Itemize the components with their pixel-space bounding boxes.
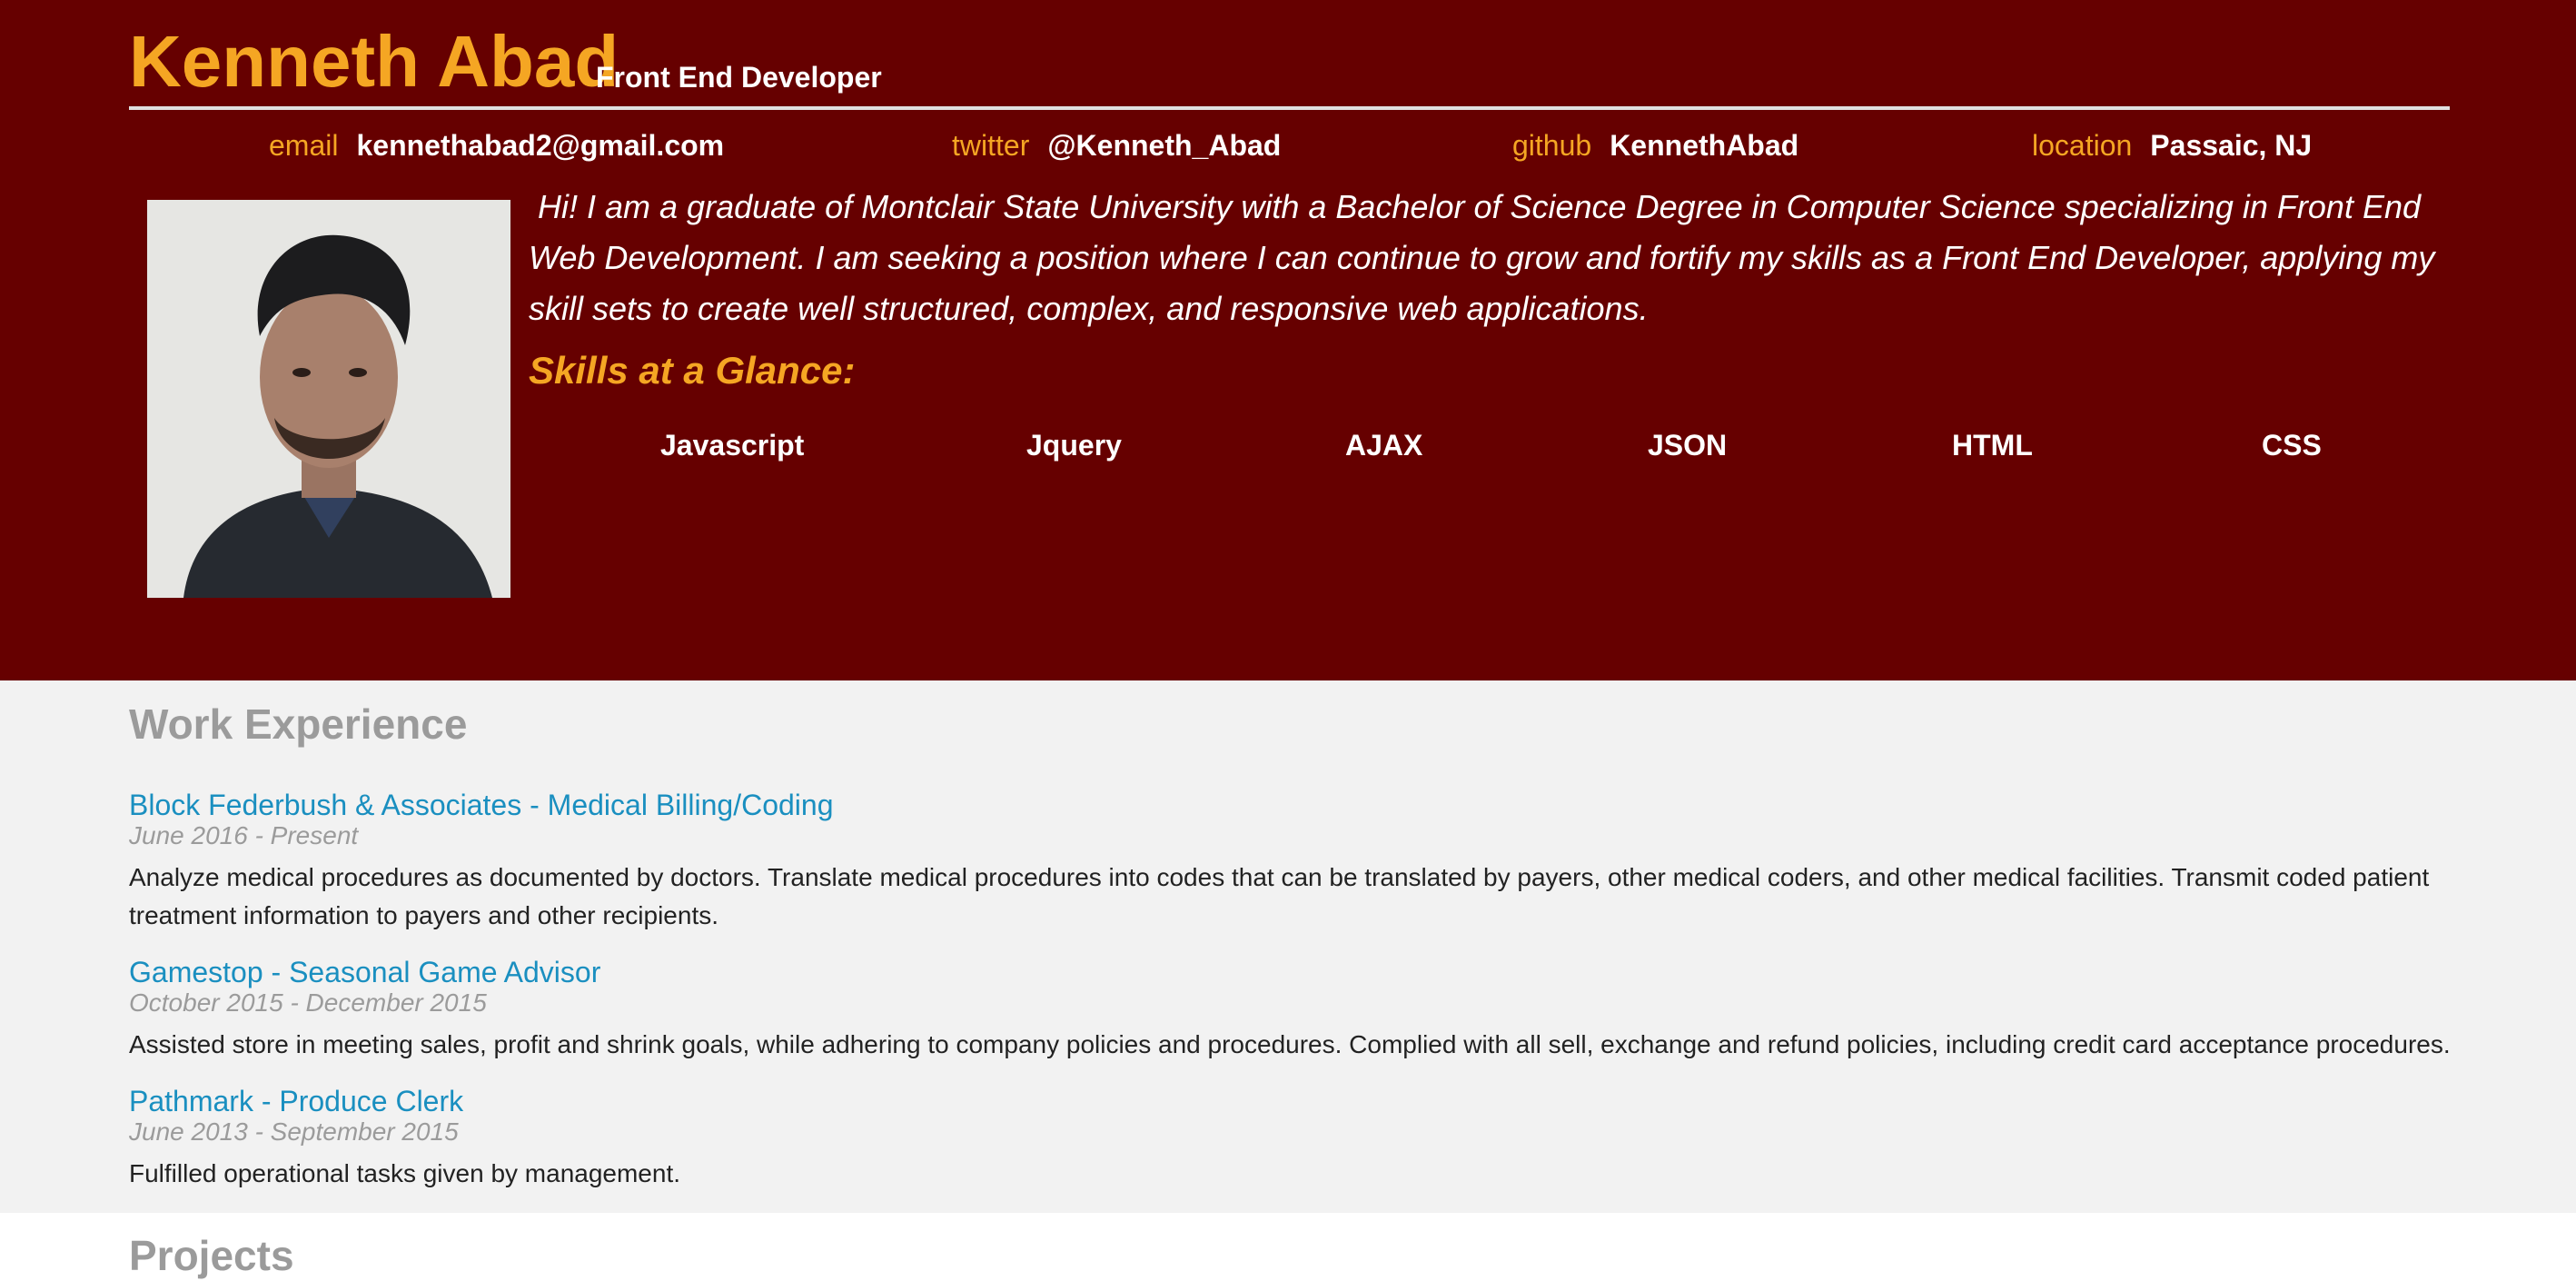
contact-email: email kennethabad2@gmail.com bbox=[269, 127, 724, 164]
skill-javascript: Javascript bbox=[660, 429, 805, 462]
job-title-block-federbush[interactable]: Block Federbush & Associates - Medical B… bbox=[129, 787, 833, 823]
job-description-gamestop: Assisted store in meeting sales, profit … bbox=[129, 1030, 2451, 1058]
header-divider bbox=[129, 106, 2450, 110]
work-experience-heading: Work Experience bbox=[129, 700, 468, 748]
profile-photo bbox=[147, 200, 510, 598]
contact-location-label: location bbox=[2032, 129, 2133, 162]
job-title-pathmark[interactable]: Pathmark - Produce Clerk bbox=[129, 1083, 463, 1119]
profile-name: Kenneth Abad bbox=[129, 21, 619, 102]
skills-heading: Skills at a Glance: bbox=[529, 349, 856, 392]
skill-css: CSS bbox=[2262, 429, 2322, 462]
contact-github: github KennethAbad bbox=[1512, 127, 1798, 164]
profile-header: Kenneth Abad Front End Developer email ke… bbox=[0, 0, 2576, 680]
skill-json: JSON bbox=[1648, 429, 1728, 462]
job-dates-pathmark: June 2013 - September 2015 bbox=[129, 1117, 459, 1146]
intro-paragraph: Hi! I am a graduate of Montclair State U… bbox=[529, 182, 2436, 334]
contact-github-label: github bbox=[1512, 129, 1592, 162]
job-dates-block-federbush: June 2016 - Present bbox=[129, 821, 359, 849]
contact-github-value[interactable]: KennethAbad bbox=[1610, 129, 1798, 162]
contact-location-value: Passaic, NJ bbox=[2150, 129, 2313, 162]
job-dates-gamestop: October 2015 - December 2015 bbox=[129, 988, 487, 1017]
job-description-block-federbush: Analyze medical procedures as documented… bbox=[129, 863, 2430, 929]
contact-twitter-label: twitter bbox=[952, 129, 1030, 162]
job-description-pathmark: Fulfilled operational tasks given by man… bbox=[129, 1159, 681, 1187]
profile-photo-illustration bbox=[147, 200, 510, 598]
contact-twitter-value[interactable]: @Kenneth_Abad bbox=[1047, 129, 1281, 162]
intro-text: Hi! I am a graduate of Montclair State U… bbox=[529, 188, 2435, 327]
contact-twitter: twitter @Kenneth_Abad bbox=[952, 127, 1281, 164]
skill-ajax: AJAX bbox=[1345, 429, 1423, 462]
contact-email-value[interactable]: kennethabad2@gmail.com bbox=[356, 129, 724, 162]
job-title-gamestop[interactable]: Gamestop - Seasonal Game Advisor bbox=[129, 954, 600, 990]
contact-email-label: email bbox=[269, 129, 339, 162]
contact-location: location Passaic, NJ bbox=[2032, 127, 2312, 164]
projects-heading: Projects bbox=[129, 1232, 294, 1279]
profile-role: Front End Developer bbox=[596, 61, 882, 94]
skill-html: HTML bbox=[1952, 429, 2033, 462]
skill-jquery: Jquery bbox=[1026, 429, 1122, 462]
work-experience-section: Work Experience Block Federbush & Associ… bbox=[0, 680, 2576, 1213]
